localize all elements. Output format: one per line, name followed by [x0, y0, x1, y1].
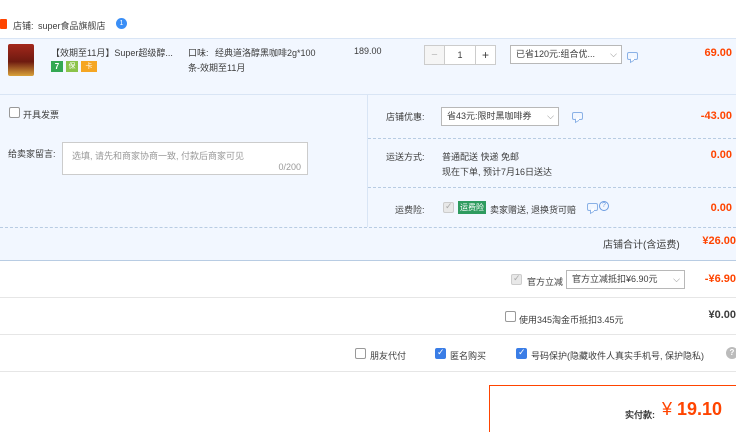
- insurance-checkbox: [443, 201, 454, 213]
- privacy-help-icon[interactable]: ?: [726, 347, 736, 359]
- privacy-note: (隐藏收件人真实手机号, 保护隐私): [567, 351, 704, 361]
- payment-label: 实付款:: [625, 410, 655, 420]
- direct-discount-label: 官方立减: [527, 277, 564, 287]
- product-title-link[interactable]: 【效期至11月】Super超级醇...: [51, 46, 173, 59]
- insurance-tag: 运费险: [458, 201, 486, 214]
- help-icon[interactable]: ?: [599, 201, 609, 211]
- privacy-label[interactable]: 号码保护: [531, 349, 567, 362]
- shipping-eta: 现在下单, 预计7月16日送达: [442, 167, 553, 177]
- shop-discount-select[interactable]: 省43元:限时黑咖啡券 ⌵: [441, 107, 559, 126]
- shop-icon: [0, 19, 7, 29]
- row-divider: [0, 227, 736, 228]
- item-promo-select-value: 已省120元:组合优...: [516, 49, 596, 59]
- shop-discount-amount: -43.00: [700, 110, 732, 122]
- message-counter: 0/200: [278, 162, 301, 172]
- shop-total-label: 店铺合计(含运费): [603, 240, 680, 251]
- shop-label: 店铺:: [13, 21, 34, 31]
- row-divider: [368, 138, 736, 139]
- spec-label: 口味:: [188, 48, 209, 58]
- invoice-label[interactable]: 开具发票: [23, 108, 59, 121]
- insurance-label: 运费险:: [395, 205, 425, 215]
- chevron-down-icon: ⌵: [610, 49, 617, 59]
- item-promo-select[interactable]: 已省120元:组合优... ⌵: [510, 45, 622, 64]
- chevron-down-icon: ⌵: [673, 274, 680, 284]
- unit-price: 189.00: [354, 46, 382, 56]
- badge-card-icon: 卡: [81, 61, 97, 72]
- quantity-stepper: − 1 +: [424, 45, 496, 65]
- taojinbi-checkbox[interactable]: [505, 311, 516, 322]
- shop-total-amount: ¥26.00: [702, 235, 736, 247]
- payment-summary-box: 实付款: ¥ 19.10: [489, 385, 736, 432]
- spec-value: 经典道洛醇黑咖啡2g*100: [215, 48, 316, 58]
- quantity-input[interactable]: 1: [445, 46, 475, 64]
- insurance-comment-icon[interactable]: [587, 203, 598, 211]
- insurance-amount: 0.00: [710, 202, 732, 214]
- shipping-amount: 0.00: [710, 149, 732, 161]
- quantity-plus-button[interactable]: +: [475, 46, 495, 64]
- message-textarea[interactable]: 选填, 请先和商家协商一致, 付款后商家可见 0/200: [62, 142, 308, 175]
- direct-discount-checkbox: [511, 273, 522, 285]
- row-divider: [0, 371, 736, 372]
- taojinbi-row: 使用345淘金币抵扣3.45元 ¥0.00: [0, 298, 736, 334]
- shop-header: 店铺: super食品旗舰店 1: [0, 16, 736, 34]
- shop-name-link[interactable]: super食品旗舰店: [38, 19, 106, 32]
- anonymous-label[interactable]: 匿名购买: [450, 349, 486, 362]
- taojinbi-amount: ¥0.00: [708, 309, 736, 321]
- privacy-checkbox[interactable]: [516, 347, 527, 359]
- wangwang-icon[interactable]: 1: [116, 18, 127, 29]
- row-divider: [368, 187, 736, 188]
- anonymous-checkbox[interactable]: [435, 347, 446, 359]
- shipping-method: 普通配送 快递 免邮: [442, 152, 520, 162]
- badge-7day-icon: 7: [51, 61, 63, 72]
- discount-comment-icon[interactable]: [572, 112, 583, 120]
- payment-currency: ¥: [662, 399, 673, 419]
- friend-pay-label[interactable]: 朋友代付: [370, 349, 406, 362]
- promo-comment-icon[interactable]: [627, 52, 638, 60]
- message-label: 给卖家留言:: [8, 149, 56, 159]
- item-total-price: 69.00: [704, 47, 732, 59]
- direct-discount-select[interactable]: 官方立减抵扣¥6.90元 ⌵: [566, 270, 685, 289]
- payment-amount: 19.10: [677, 399, 723, 419]
- quantity-minus-button[interactable]: −: [425, 46, 445, 64]
- badge-guarantee-icon: 保: [66, 61, 78, 72]
- chevron-down-icon: ⌵: [547, 111, 554, 121]
- column-divider: [367, 95, 368, 227]
- message-placeholder: 选填, 请先和商家协商一致, 付款后商家可见: [72, 151, 245, 161]
- order-options-block: 开具发票 给卖家留言: 选填, 请先和商家协商一致, 付款后商家可见 0/200…: [0, 94, 736, 260]
- shop-discount-select-value: 省43元:限时黑咖啡券: [447, 111, 532, 121]
- invoice-checkbox[interactable]: [9, 107, 20, 118]
- order-item-row: 【效期至11月】Super超级醇... 7 保 卡 口味: 经典道洛醇黑咖啡2g…: [0, 38, 736, 94]
- taojinbi-label: 使用345淘金币抵扣3.45元: [519, 315, 624, 325]
- shop-discount-label: 店铺优惠:: [386, 112, 425, 122]
- purchase-options-row: 朋友代付 匿名购买 号码保护 (隐藏收件人真实手机号, 保护隐私) ?: [0, 335, 736, 371]
- spec-value-line2: 条-效期至11月: [188, 63, 246, 73]
- friend-pay-checkbox[interactable]: [355, 348, 366, 359]
- shipping-label: 运送方式:: [386, 152, 425, 162]
- insurance-text: 卖家赠送, 退换货可赔: [490, 205, 577, 215]
- direct-discount-amount: -¥6.90: [704, 273, 736, 285]
- product-thumbnail[interactable]: [8, 44, 34, 76]
- direct-discount-select-value: 官方立减抵扣¥6.90元: [572, 274, 658, 284]
- direct-discount-row: 官方立减 官方立减抵扣¥6.90元 ⌵ -¥6.90: [0, 261, 736, 297]
